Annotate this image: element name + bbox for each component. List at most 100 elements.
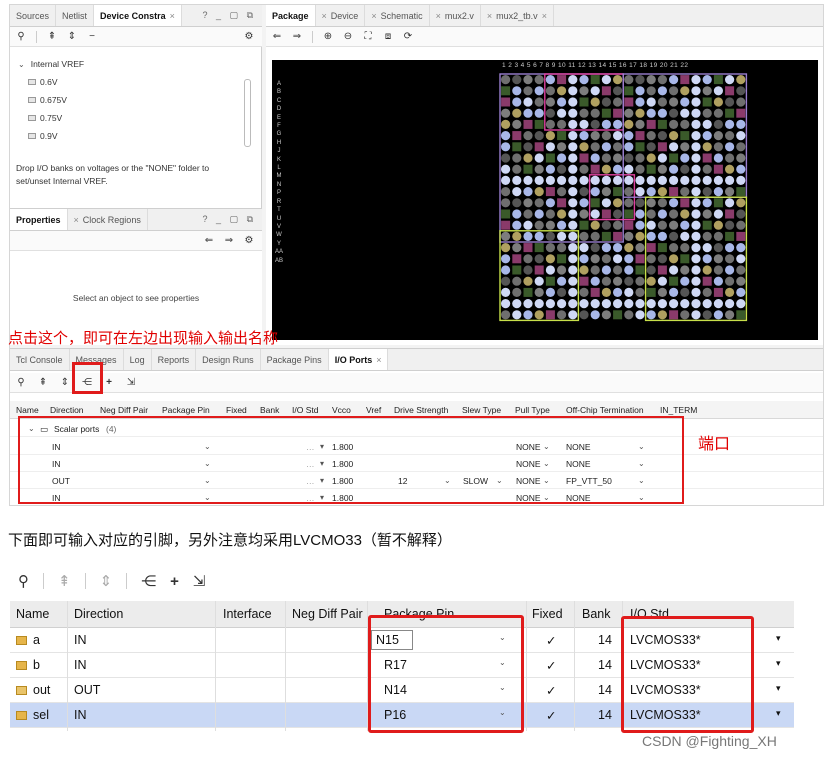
close-icon[interactable]: × [376, 355, 381, 365]
tab-package[interactable]: Package [266, 5, 316, 26]
back-arrow-icon[interactable]: ⇐ [272, 31, 282, 42]
search-icon[interactable]: ⚲ [16, 377, 26, 388]
vref-item[interactable]: 0.6V [10, 73, 262, 91]
package-ball [534, 86, 544, 96]
properties-empty-message: Select an object to see properties [72, 293, 200, 303]
package-ball [557, 220, 567, 230]
vref-item[interactable]: 0.9V [10, 127, 262, 145]
port-name-cell[interactable]: a [16, 633, 40, 647]
chevron-down-icon[interactable]: ▾ [776, 683, 781, 694]
panel-window-controls[interactable]: ? _ ▢ ⧉ [203, 10, 256, 21]
package-ball [613, 75, 623, 85]
package-ball [646, 75, 656, 85]
close-icon[interactable]: × [487, 11, 492, 21]
vref-item[interactable]: 0.675V [10, 91, 262, 109]
chevron-down-icon[interactable]: ▾ [776, 633, 781, 644]
tab-properties[interactable]: Properties [10, 209, 68, 230]
package-ball [691, 97, 701, 107]
package-ball [568, 97, 578, 107]
package-ball [534, 142, 544, 152]
tab-schematic[interactable]: × Schematic [365, 5, 430, 26]
close-icon[interactable]: × [170, 11, 175, 21]
remove-icon[interactable]: − [87, 31, 97, 42]
tab-sources[interactable]: Sources [10, 5, 57, 26]
package-ball [635, 220, 645, 230]
annotation-ports-label: 端口 [698, 436, 731, 453]
zoom-fit-selection-icon[interactable]: ⧈ [383, 31, 393, 42]
search-icon[interactable]: ⚲ [16, 31, 26, 42]
expand-all-icon[interactable]: ⇕ [100, 572, 113, 590]
close-icon[interactable]: × [436, 11, 441, 21]
vref-item[interactable]: 0.75V [10, 109, 262, 127]
port-name-cell[interactable]: out [16, 683, 50, 697]
chevron-down-icon[interactable]: ▾ [776, 708, 781, 719]
package-ball [736, 97, 746, 107]
close-icon[interactable]: × [371, 11, 376, 21]
fixed-checkbox[interactable]: ✓ [546, 708, 556, 723]
collapse-all-icon[interactable]: ⇞ [47, 31, 57, 42]
tab-io-ports[interactable]: I/O Ports × [328, 349, 389, 370]
tab-device-constraints[interactable]: Device Constra × [94, 5, 182, 26]
add-icon[interactable]: + [170, 573, 179, 590]
fixed-checkbox[interactable]: ✓ [546, 683, 556, 698]
package-ball [590, 175, 600, 185]
close-icon[interactable]: × [322, 11, 327, 21]
export-icon[interactable]: ⇲ [193, 572, 206, 590]
gear-icon[interactable]: ⚙ [244, 235, 254, 246]
tab-package-pins[interactable]: Package Pins [261, 349, 329, 370]
tab-reports[interactable]: Reports [152, 349, 197, 370]
zoom-out-icon[interactable]: ⊖ [343, 31, 353, 42]
back-arrow-icon[interactable]: ⇐ [204, 235, 214, 246]
tab-tcl-console[interactable]: Tcl Console [10, 349, 70, 370]
port-name-cell[interactable]: b [16, 658, 40, 672]
vref-group[interactable]: ⌄ Internal VREF [10, 55, 262, 73]
panel-window-controls[interactable]: ? _ ▢ ⧉ [203, 214, 256, 225]
tab-design-runs[interactable]: Design Runs [196, 349, 261, 370]
search-icon[interactable]: ⚲ [18, 572, 29, 590]
zoom-in-icon[interactable]: ⊕ [323, 31, 333, 42]
chevron-down-icon[interactable]: ⌄ [18, 60, 25, 69]
group-by-interface-icon[interactable]: ⋲ [141, 572, 156, 590]
tab-mux2-v[interactable]: × mux2.v [430, 5, 481, 26]
tab-log[interactable]: Log [124, 349, 152, 370]
package-ball [736, 209, 746, 219]
package-ball [725, 175, 735, 185]
expand-all-icon[interactable]: ⇕ [60, 377, 70, 388]
package-row-label: W [276, 232, 282, 239]
tab-clock-regions[interactable]: × Clock Regions [68, 209, 148, 230]
package-ball [646, 164, 656, 174]
package-ball [501, 265, 511, 275]
refresh-icon[interactable]: ⟳ [403, 31, 413, 42]
collapse-all-icon[interactable]: ⇞ [58, 572, 71, 590]
tab-device[interactable]: × Device [316, 5, 366, 26]
vref-scrollbar[interactable] [244, 79, 251, 147]
fixed-checkbox[interactable]: ✓ [546, 633, 556, 648]
collapse-all-icon[interactable]: ⇞ [38, 377, 48, 388]
package-ball [579, 254, 589, 264]
package-ball [512, 142, 522, 152]
tab-mux2-tb-v[interactable]: × mux2_tb.v × [481, 5, 554, 26]
expand-all-icon[interactable]: ⇕ [67, 31, 77, 42]
port-name-cell[interactable]: sel [16, 708, 49, 722]
package-ball [669, 243, 679, 253]
package-ball [613, 153, 623, 163]
package-ball [501, 175, 511, 185]
package-view[interactable]: 1 2 3 4 5 6 7 8 9 10 11 12 13 14 15 16 1… [272, 60, 818, 340]
folder-icon [28, 97, 36, 103]
forward-arrow-icon[interactable]: ⇒ [224, 235, 234, 246]
package-ball [557, 153, 567, 163]
forward-arrow-icon[interactable]: ⇒ [292, 31, 302, 42]
export-icon[interactable]: ⇲ [126, 377, 136, 388]
package-ball [736, 254, 746, 264]
fit-icon[interactable]: ⛶ [363, 31, 373, 42]
close-icon[interactable]: × [542, 11, 547, 21]
chevron-down-icon[interactable]: ▾ [776, 658, 781, 669]
add-icon[interactable]: + [104, 377, 114, 388]
package-ball [613, 142, 623, 152]
gear-icon[interactable]: ⚙ [244, 31, 254, 42]
package-ball [657, 142, 667, 152]
fixed-checkbox[interactable]: ✓ [546, 658, 556, 673]
close-icon[interactable]: × [74, 215, 79, 225]
package-ball-grid[interactable] [272, 60, 818, 340]
tab-netlist[interactable]: Netlist [56, 5, 95, 26]
